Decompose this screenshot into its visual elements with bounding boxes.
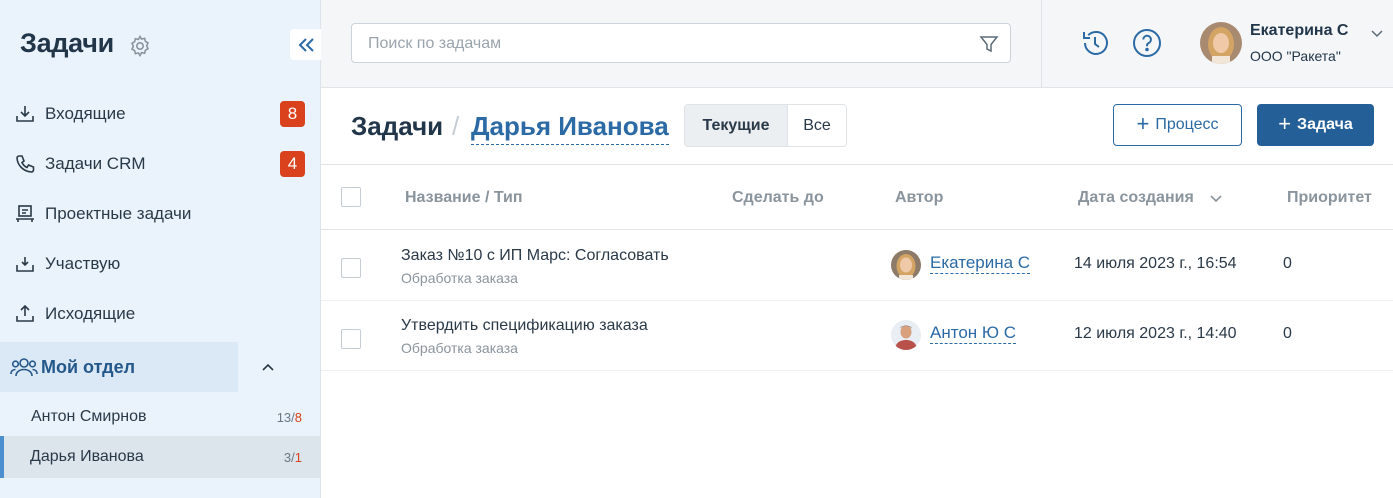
breadcrumb-current[interactable]: Дарья Иванова	[471, 110, 669, 145]
sidebar-item-label: Участвую	[45, 254, 121, 273]
author-avatar	[891, 320, 921, 350]
breadcrumb-separator: /	[452, 111, 460, 141]
row-checkbox[interactable]	[341, 329, 361, 349]
sidebar-item-label: Исходящие	[45, 304, 136, 323]
avatar-photo	[891, 320, 921, 350]
plus-icon: +	[1136, 111, 1150, 136]
column-header-author[interactable]: Автор	[895, 189, 943, 207]
count-badge: 8	[280, 101, 305, 127]
member-name: Антон Смирнов	[31, 408, 147, 425]
chevron-up-icon[interactable]	[259, 358, 277, 376]
avatar-photo	[1200, 22, 1242, 64]
sidebar-department-my-dept[interactable]: Мой отдел	[0, 342, 238, 392]
project-desk-icon	[16, 205, 34, 222]
created-date: 14 июля 2023 г., 16:54	[1074, 255, 1237, 272]
avatar-photo	[891, 250, 921, 280]
tab-current[interactable]: Текущие	[685, 105, 787, 146]
task-title[interactable]: Утвердить спецификацию заказа	[401, 317, 648, 335]
add-task-button[interactable]: + Задача	[1257, 104, 1374, 146]
add-process-label: Процесс	[1155, 116, 1219, 133]
column-header-created[interactable]: Дата создания	[1078, 189, 1194, 207]
app-title: Задачи	[20, 28, 114, 58]
table-row[interactable]: Утвердить спецификацию заказа Обработка …	[321, 301, 1393, 371]
count-badge: 4	[280, 151, 305, 177]
member-task-count: 3/1	[283, 450, 302, 465]
search-placeholder: Поиск по задачам	[368, 35, 502, 52]
task-title[interactable]: Заказ №10 с ИП Марс: Согласовать	[401, 247, 669, 265]
user-org: ООО "Ракета"	[1250, 48, 1341, 64]
search-input[interactable]: Поиск по задачам	[351, 23, 1011, 63]
filter-icon[interactable]	[978, 33, 1000, 55]
add-process-button[interactable]: + Процесс	[1113, 104, 1242, 146]
user-avatar[interactable]	[1200, 22, 1242, 64]
member-task-count: 13/8	[276, 410, 302, 425]
gear-icon[interactable]	[128, 34, 152, 58]
help-icon[interactable]	[1131, 27, 1163, 59]
priority-value: 0	[1283, 255, 1292, 272]
sidebar-item-inbox[interactable]: Входящие 8	[0, 94, 320, 134]
author-link[interactable]: Антон Ю С	[930, 323, 1017, 344]
inbox-download-icon	[16, 106, 34, 122]
task-type: Обработка заказа	[401, 340, 518, 356]
author-avatar	[891, 250, 921, 280]
row-checkbox[interactable]	[341, 258, 361, 278]
department-label: Мой отдел	[41, 357, 136, 377]
phone-icon	[16, 155, 35, 173]
task-type: Обработка заказа	[401, 270, 518, 286]
sidebar-item-outgoing[interactable]: Исходящие	[0, 294, 320, 334]
table-row[interactable]: Заказ №10 с ИП Марс: Согласовать Обработ…	[321, 231, 1393, 301]
sidebar-item-label: Входящие	[45, 104, 126, 123]
table-header: Название / Тип Сделать до Автор Дата соз…	[321, 164, 1393, 230]
author-link[interactable]: Екатерина С	[930, 253, 1031, 274]
user-name[interactable]: Екатерина С	[1250, 22, 1348, 40]
sidebar-item-project-tasks[interactable]: Проектные задачи	[0, 194, 320, 234]
sidebar-item-label: Задачи CRM	[45, 154, 146, 173]
sort-chevron-down-icon[interactable]	[1209, 191, 1223, 205]
sidebar-member-daria[interactable]: Дарья Иванова 3/1	[0, 436, 320, 478]
history-icon[interactable]	[1079, 27, 1111, 59]
double-chevron-left-icon	[298, 37, 314, 52]
add-task-label: Задача	[1297, 116, 1353, 133]
tray-arrow-in-icon	[16, 257, 34, 272]
sidebar: Задачи Входящие 8 Задачи CRM 4 Проектные…	[0, 0, 321, 498]
column-header-deadline[interactable]: Сделать до	[732, 189, 824, 207]
tab-all[interactable]: Все	[787, 105, 846, 146]
upload-icon	[16, 304, 34, 322]
column-header-title[interactable]: Название / Тип	[405, 189, 523, 207]
chevron-down-icon[interactable]	[1370, 26, 1384, 40]
plus-icon: +	[1278, 111, 1292, 136]
priority-value: 0	[1283, 325, 1292, 342]
created-date: 12 июля 2023 г., 14:40	[1074, 325, 1237, 342]
sidebar-item-label: Проектные задачи	[45, 204, 192, 223]
filter-tabs: Текущие Все	[684, 104, 847, 147]
sidebar-member-anton[interactable]: Антон Смирнов 13/8	[0, 396, 320, 438]
sidebar-item-crm-tasks[interactable]: Задачи CRM 4	[0, 144, 320, 184]
column-header-priority[interactable]: Приоритет	[1287, 189, 1372, 207]
sidebar-item-participating[interactable]: Участвую	[0, 244, 320, 284]
divider	[1041, 0, 1042, 88]
breadcrumb-root[interactable]: Задачи	[351, 111, 443, 142]
member-name: Дарья Иванова	[30, 448, 144, 465]
top-bar: Поиск по задачам Екатерина С ООО "Ракета…	[321, 0, 1393, 88]
select-all-checkbox[interactable]	[341, 187, 361, 207]
team-icon	[10, 358, 38, 377]
collapse-sidebar-button[interactable]	[290, 29, 321, 60]
